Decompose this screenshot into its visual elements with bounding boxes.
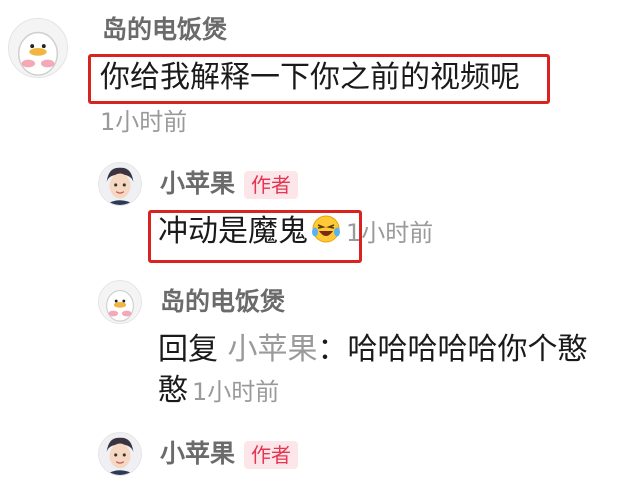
comment-thread: 岛的电饭煲 你给我解释一下你之前的视频呢 1小时前 小苹果 作者 冲动是魔鬼 1… xyxy=(0,0,640,485)
avatar-author[interactable] xyxy=(98,162,142,206)
laughing-crying-emoji-icon xyxy=(312,215,340,243)
reply-username[interactable]: 小苹果 xyxy=(160,168,235,200)
author-badge: 作者 xyxy=(244,441,298,469)
reply-text: 哈哈哈哈哈你个憨 xyxy=(347,332,588,367)
comment-text[interactable]: 你给我解释一下你之前的视频呢 xyxy=(100,58,520,98)
reply-prefix: 回复 xyxy=(158,332,218,367)
author-badge: 作者 xyxy=(244,171,298,199)
duck-avatar-icon xyxy=(99,281,141,323)
reply-colon: ： xyxy=(317,332,348,367)
comment-time: 1小时前 xyxy=(100,108,188,136)
reply-target-username[interactable]: 小苹果 xyxy=(228,332,318,367)
avatar-author[interactable] xyxy=(98,432,142,476)
reply-time: 1小时前 xyxy=(192,378,280,406)
cartoon-man-avatar-icon xyxy=(99,433,141,475)
duck-avatar-icon xyxy=(9,19,67,77)
avatar-duck[interactable] xyxy=(8,18,68,78)
reply-text-row[interactable]: 冲动是魔鬼 1小时前 xyxy=(158,212,433,253)
comment-username[interactable]: 岛的电饭煲 xyxy=(102,14,227,46)
reply-text-continued: 憨 xyxy=(158,373,188,408)
cartoon-man-avatar-icon xyxy=(99,163,141,205)
reply-username[interactable]: 小苹果 xyxy=(160,438,235,470)
reply-text-line2[interactable]: 憨 1小时前 xyxy=(158,371,279,412)
reply-username[interactable]: 岛的电饭煲 xyxy=(160,286,285,318)
avatar-duck-small[interactable] xyxy=(98,280,142,324)
reply-text-line1[interactable]: 回复 小苹果：哈哈哈哈哈你个憨 xyxy=(158,330,588,370)
reply-time: 1小时前 xyxy=(346,219,434,247)
reply-text: 冲动是魔鬼 xyxy=(158,214,308,249)
